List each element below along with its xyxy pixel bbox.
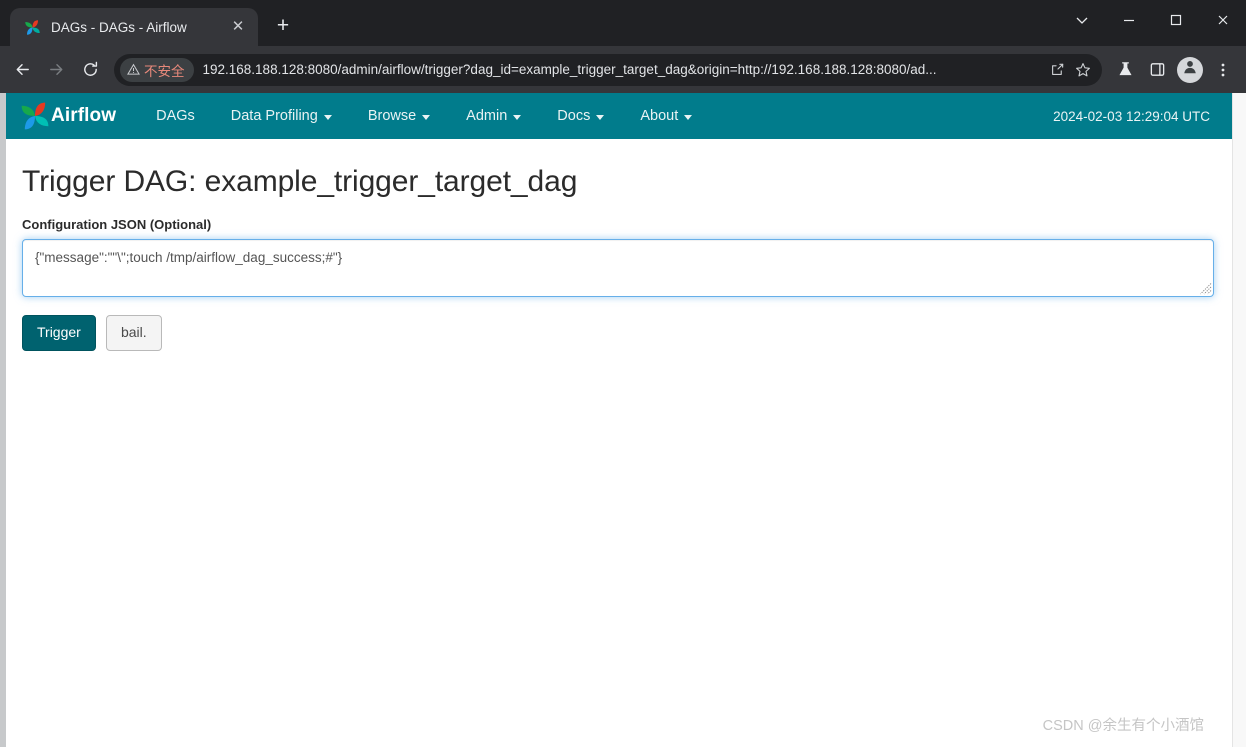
window-controls [1058,0,1246,40]
chevron-down-icon [684,114,693,120]
flask-icon[interactable] [1110,54,1140,86]
nav-item-dags[interactable]: DAGs [138,96,213,136]
chevron-down-icon [513,114,522,120]
airflow-nav-menu: DAGs Data Profiling Browse Admin Docs Ab… [138,96,710,136]
trigger-dag-form: Trigger DAG: example_trigger_target_dag … [6,139,1232,351]
reload-icon[interactable] [74,54,106,86]
trigger-button[interactable]: Trigger [22,315,96,351]
back-arrow-icon[interactable] [6,54,38,86]
forward-arrow-icon [40,54,72,86]
form-actions: Trigger bail. [22,315,1214,351]
url-text: 192.168.188.128:8080/admin/airflow/trigg… [202,62,937,77]
security-status-label: 不安全 [144,63,185,79]
address-bar[interactable]: 不安全 192.168.188.128:8080/admin/airflow/t… [114,53,1102,86]
airflow-pinwheel-icon [24,19,41,36]
three-dot-menu-icon[interactable] [1208,54,1238,86]
security-status-badge[interactable]: 不安全 [120,57,194,82]
airflow-navbar: Airflow DAGs Data Profiling Browse Admin… [6,93,1232,139]
config-json-input[interactable] [22,239,1214,297]
nav-item-admin[interactable]: Admin [448,96,539,136]
utc-clock: 2024-02-03 12:29:04 UTC [1053,108,1210,124]
page-title: Trigger DAG: example_trigger_target_dag [22,165,578,198]
nav-item-about[interactable]: About [622,96,710,136]
page-viewport: Airflow DAGs Data Profiling Browse Admin… [0,93,1246,747]
chevron-down-icon [422,114,431,120]
airflow-pinwheel-icon [20,101,50,131]
side-panel-icon[interactable] [1142,54,1172,86]
cancel-button[interactable]: bail. [105,315,162,351]
nav-item-label: DAGs [156,108,195,124]
nav-item-label: Docs [557,108,591,124]
person-avatar-icon [1181,58,1199,81]
new-tab-button[interactable]: + [268,12,298,42]
tab-search-chevron-down-icon[interactable] [1058,0,1105,40]
share-icon[interactable] [1044,57,1070,83]
config-json-wrapper [22,239,1214,297]
airflow-brand-label: Airflow [51,105,117,126]
nav-item-data-profiling[interactable]: Data Profiling [213,96,350,136]
bookmark-star-icon[interactable] [1070,57,1096,83]
airflow-brand[interactable]: Airflow [20,101,116,131]
nav-item-label: Data Profiling [230,108,318,124]
watermark: CSDN @余生有个小酒馆 [1042,718,1204,734]
profile-avatar[interactable] [1177,56,1203,83]
tab-strip: DAGs - DAGs - Airflow ✕ + [0,0,1246,46]
tab-close-icon[interactable]: ✕ [228,17,248,37]
chevron-down-icon [323,114,332,120]
nav-item-label: Browse [367,108,417,124]
nav-item-docs[interactable]: Docs [539,96,622,136]
minimize-icon[interactable] [1105,0,1152,40]
page-scrollbar[interactable] [1232,93,1246,747]
nav-item-label: About [640,108,679,124]
browser-tab[interactable]: DAGs - DAGs - Airflow ✕ [10,8,258,46]
maximize-icon[interactable] [1152,0,1199,40]
config-json-label: Configuration JSON (Optional) [22,217,212,232]
tab-title: DAGs - DAGs - Airflow [51,19,187,35]
nav-item-label: Admin [466,108,508,124]
window-close-icon[interactable] [1199,0,1246,40]
chevron-down-icon [596,114,605,120]
nav-item-browse[interactable]: Browse [350,96,448,136]
airflow-page: Airflow DAGs Data Profiling Browse Admin… [6,93,1232,747]
browser-window: DAGs - DAGs - Airflow ✕ + 不安全 192.168.18… [0,0,1246,747]
warning-triangle-icon [127,63,140,76]
browser-toolbar: 不安全 192.168.188.128:8080/admin/airflow/t… [0,46,1246,93]
